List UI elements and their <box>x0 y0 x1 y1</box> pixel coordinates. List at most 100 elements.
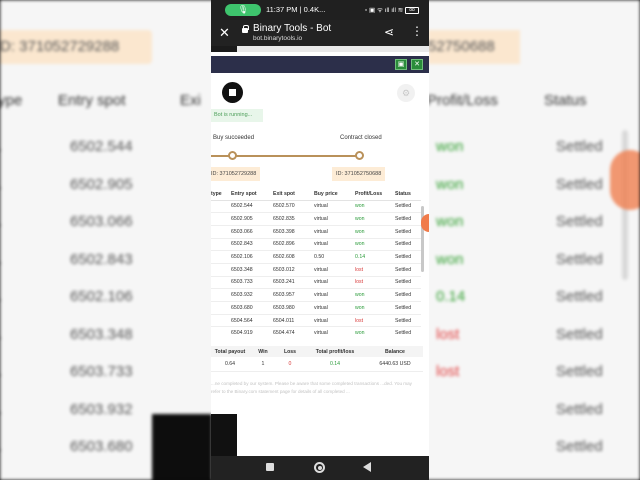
home-icon[interactable] <box>314 462 325 473</box>
recents-icon[interactable] <box>266 463 274 471</box>
bg-header-entry: Entry spot <box>58 92 126 109</box>
col-type: type <box>211 188 231 201</box>
share-icon[interactable]: ⋖ <box>384 25 394 39</box>
trade-cell-status: Settled <box>395 326 421 338</box>
bg-entry-spot: 6503.680 <box>70 438 133 455</box>
bg-profit: won <box>436 138 464 155</box>
trade-cell-buy-price: virtual <box>314 200 355 214</box>
bg-profit: lost <box>436 325 460 343</box>
side-handle[interactable] <box>421 214 429 232</box>
col-status: Status <box>395 188 421 201</box>
save-icon[interactable]: ▣ <box>395 59 407 70</box>
summary-loss-header: Loss <box>277 346 303 357</box>
summary-values-row: 0.64 1 0 0.14 6440.63 USD <box>211 357 423 372</box>
trade-cell-profit: lost <box>355 314 395 328</box>
bg-profit: lost <box>436 363 460 380</box>
bg-profit: won <box>436 175 464 193</box>
trade-cell-type <box>211 238 231 252</box>
trade-cell-exit: 6503.398 <box>273 225 314 239</box>
trade-cell-exit: 6503.241 <box>273 276 314 290</box>
trade-cell-buy-price: virtual <box>314 276 355 290</box>
summary-win: 1 <box>249 357 277 372</box>
trade-row: 6503.733 6503.241 virtual lost Settled <box>211 276 421 290</box>
trade-cell-type <box>211 288 231 302</box>
bg-status: Settled <box>556 400 603 418</box>
bg-header-profit: Profit/Loss <box>427 92 498 109</box>
summary-total-profit: 0.14 <box>303 357 367 372</box>
status-time: 11:37 PM | 0.4K... <box>266 5 326 14</box>
summary-balance: 6440.63 USD <box>367 357 423 372</box>
trade-cell-exit: 6502.835 <box>273 212 314 226</box>
browser-app-bar: ✕ Binary Tools - Bot bot.binarytools.io … <box>211 20 429 46</box>
progress-dot-end <box>355 151 364 160</box>
trade-row: 6503.348 6503.012 virtual lost Settled <box>211 263 421 277</box>
trade-cell-entry: 6503.066 <box>231 225 273 239</box>
trade-cell-type <box>211 212 231 226</box>
trade-cell-exit: 6503.980 <box>273 301 314 315</box>
page-title: Binary Tools - Bot <box>253 23 332 34</box>
trades-table: type Entry spot Exit spot Buy price Prof… <box>211 188 421 338</box>
summary-loss: 0 <box>277 357 303 372</box>
page-url[interactable]: bot.binarytools.io <box>253 35 302 42</box>
col-exit-spot: Exit spot <box>273 188 314 201</box>
mic-icon[interactable]: 🎙 <box>225 4 261 16</box>
trade-row: 6503.680 6503.980 virtual won Settled <box>211 301 421 315</box>
bg-status: Settled <box>556 138 603 155</box>
trade-cell-buy-price: virtual <box>314 326 355 338</box>
trade-cell-status: Settled <box>395 288 421 302</box>
bg-header-status: Status <box>544 92 587 109</box>
bg-status: Settled <box>556 363 603 380</box>
settings-icon[interactable]: ⚙ <box>397 84 415 102</box>
battery-icon: 88 <box>405 6 419 14</box>
trade-cell-profit: 0.14 <box>355 250 395 264</box>
contract-id-buy[interactable]: ID: 371052729288 <box>211 167 261 181</box>
bg-entry-spot: 6502.843 <box>70 250 133 268</box>
trade-cell-type <box>211 250 231 264</box>
trade-cell-type <box>211 276 231 290</box>
trade-cell-buy-price: virtual <box>314 288 355 302</box>
trade-cell-type <box>211 301 231 315</box>
trade-row: 6504.564 6504.011 virtual lost Settled <box>211 314 421 328</box>
back-icon[interactable] <box>363 462 371 472</box>
trade-cell-profit: won <box>355 301 395 315</box>
col-entry-spot: Entry spot <box>231 188 273 201</box>
bg-contract-id-left: D: 371052729288 <box>0 30 152 64</box>
trade-cell-profit: lost <box>355 263 395 277</box>
trade-cell-status: Settled <box>395 276 421 290</box>
trade-row: 6503.066 6503.398 virtual won Settled <box>211 225 421 239</box>
close-panel-icon[interactable]: ✕ <box>411 59 423 70</box>
lock-icon <box>242 25 249 33</box>
bg-contract-id-right: 52750688 <box>428 30 520 64</box>
close-icon[interactable]: ✕ <box>219 25 230 41</box>
trade-row: 6502.544 6502.570 virtual won Settled <box>211 200 421 214</box>
trade-cell-type <box>211 263 231 277</box>
trades-table-container[interactable]: type Entry spot Exit spot Buy price Prof… <box>211 188 421 338</box>
trade-cell-status: Settled <box>395 263 421 277</box>
trade-cell-entry: 6502.544 <box>231 200 273 214</box>
trade-cell-exit: 6502.896 <box>273 238 314 252</box>
bg-entry-spot: 6503.066 <box>70 213 133 230</box>
bg-status: Settled <box>556 250 603 268</box>
stop-bot-button[interactable] <box>222 82 243 103</box>
trade-cell-profit: won <box>355 288 395 302</box>
summary-win-header: Win <box>249 346 277 357</box>
summary-total-payout: 0.64 <box>211 357 249 372</box>
trade-row: 6504.919 6504.474 virtual won Settled <box>211 326 421 338</box>
bg-header-type: type <box>0 92 23 109</box>
trade-cell-buy-price: virtual <box>314 263 355 277</box>
trade-cell-profit: won <box>355 326 395 338</box>
trade-cell-buy-price: virtual <box>314 225 355 239</box>
bg-entry-spot: 6502.106 <box>70 288 133 305</box>
more-vert-icon[interactable]: ⋮ <box>411 24 423 38</box>
trade-cell-entry: 6503.733 <box>231 276 273 290</box>
bg-profit: won <box>436 250 464 268</box>
bg-status: Settled <box>556 213 603 230</box>
trades-header-row: type Entry spot Exit spot Buy price Prof… <box>211 188 421 201</box>
contract-id-close[interactable]: ID: 371052750688 <box>332 167 386 181</box>
trade-cell-status: Settled <box>395 225 421 239</box>
summary-total-payout-header: Total payout <box>211 346 249 357</box>
trade-row: 6502.905 6502.835 virtual won Settled <box>211 212 421 226</box>
trade-cell-exit: 6503.957 <box>273 288 314 302</box>
trade-cell-exit: 6503.012 <box>273 263 314 277</box>
summary-header-row: Total payout Win Loss Total profit/loss … <box>211 346 423 357</box>
